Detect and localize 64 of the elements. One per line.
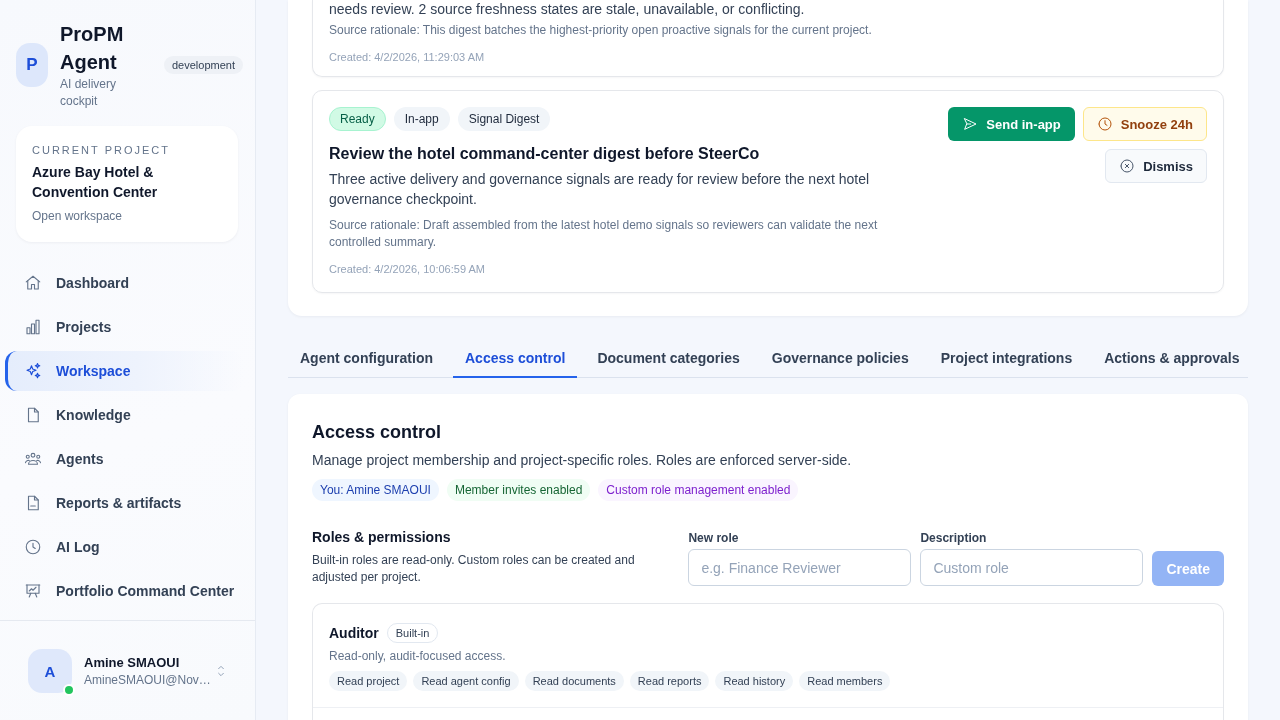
- source-rationale: Source rationale: Draft assembled from the latest hotel demo signals so reviewers can validate the next controlled summary.: [329, 217, 879, 251]
- chevron-up-down-icon[interactable]: [217, 664, 225, 678]
- role-description: Read-only, audit-focused access.: [329, 648, 507, 665]
- section-description: Manage project membership and project-specific roles. Roles are enforced server-side.: [312, 451, 853, 470]
- field-label: Description: [920, 530, 988, 546]
- created-timestamp: Created: 4/2/2026, 10:06:59 AM: [329, 262, 486, 276]
- home-icon: [24, 274, 42, 292]
- sparkles-icon: [24, 362, 42, 380]
- input-field[interactable]: e.g. Finance Reviewer: [688, 549, 912, 586]
- section-label: CURRENT PROJECT: [32, 143, 171, 158]
- permission-tag: Read members: [799, 671, 891, 691]
- subsection-description: Built-in roles are read-only. Custom roles can be created and adjusted per project.: [312, 552, 636, 586]
- tag-badge: In-app: [393, 107, 450, 131]
- role-name: Auditor: [329, 624, 379, 643]
- app-tagline: AI delivery cockpit: [60, 76, 118, 110]
- user-chip: You: Amine SMAOUI: [312, 479, 439, 501]
- tab[interactable]: Actions & approvals: [1092, 340, 1252, 378]
- environment-badge: development: [164, 56, 243, 74]
- tab[interactable]: Governance policies: [759, 340, 921, 378]
- user-name: Amine SMAOUI: [84, 653, 181, 672]
- users-icon: [24, 450, 42, 468]
- source-rationale: Source rationale: This digest batches the highest-priority open proactive signals for the current project.: [329, 22, 873, 39]
- nav-item[interactable]: Agents: [5, 439, 244, 479]
- project-name: Azure Bay Hotel & Convention Center: [32, 163, 159, 202]
- snooze-button[interactable]: Snooze 24h: [1082, 107, 1207, 141]
- field-label: New role: [688, 530, 740, 546]
- tab[interactable]: Access control: [453, 340, 578, 378]
- send-button[interactable]: Send in-app: [948, 107, 1075, 141]
- close-circle-icon: [1119, 158, 1136, 174]
- bar-chart-icon: [24, 318, 42, 336]
- nav-item[interactable]: AI Log: [5, 527, 244, 567]
- status-chip: Member invites enabled: [446, 479, 591, 501]
- nav-item[interactable]: Knowledge: [5, 395, 244, 435]
- digest-description: needs review. 2 source freshness states are stale, unavailable, or conflicting.: [329, 0, 806, 18]
- permission-tag: Read agent config: [413, 671, 519, 691]
- presentation-chart-icon: [24, 582, 42, 600]
- permission-tag: Read project: [329, 671, 408, 691]
- tag-badge: Signal Digest: [457, 107, 551, 131]
- dismiss-button[interactable]: Dismiss: [1105, 149, 1207, 183]
- nav-item[interactable]: Dashboard: [5, 263, 244, 303]
- clock-icon: [24, 538, 42, 556]
- tab[interactable]: Project integrations: [928, 340, 1085, 378]
- nav-item[interactable]: Portfolio Command Center: [5, 571, 244, 611]
- tab[interactable]: Agent configuration: [288, 340, 445, 378]
- status-badge: Ready: [329, 107, 386, 131]
- created-timestamp: Created: 4/2/2026, 11:29:03 AM: [329, 50, 486, 64]
- app-logo: P: [16, 43, 48, 87]
- send-icon: [962, 116, 979, 132]
- permission-tag: Read history: [715, 671, 794, 691]
- clock-icon: [1096, 116, 1113, 132]
- permission-tag: Read reports: [629, 671, 710, 691]
- nav-item[interactable]: Projects: [5, 307, 244, 347]
- tab[interactable]: Document categories: [585, 340, 752, 378]
- permission-tag: Read documents: [524, 671, 624, 691]
- nav-item[interactable]: Reports & artifacts: [5, 483, 244, 523]
- section-title: Access control: [312, 421, 443, 444]
- feature-chip: Custom role management enabled: [598, 479, 799, 501]
- digest-title: Review the hotel command-center digest before SteerCo: [329, 144, 761, 164]
- subsection-title: Roles & permissions: [312, 528, 452, 547]
- user-avatar: A: [28, 649, 72, 693]
- input-field[interactable]: Custom role: [920, 549, 1144, 586]
- open-workspace-link[interactable]: Open workspace: [32, 208, 123, 225]
- digest-description: Three active delivery and governance signals are ready for review before the next hotel governance checkpoint.: [329, 170, 871, 209]
- app-name: ProPM Agent: [60, 22, 125, 75]
